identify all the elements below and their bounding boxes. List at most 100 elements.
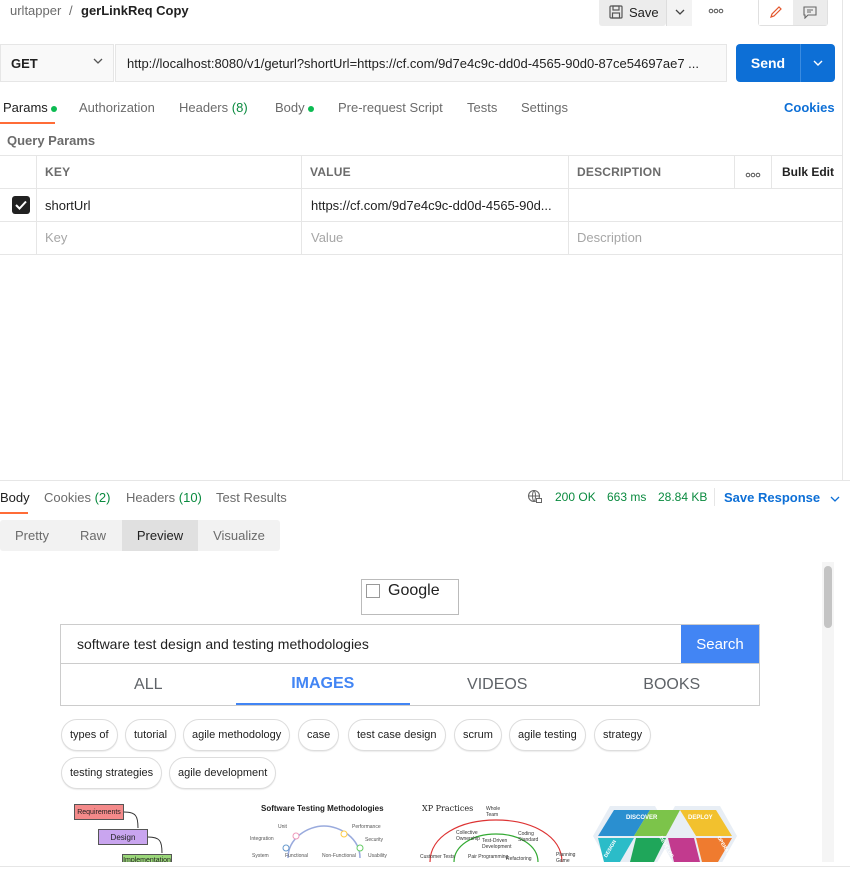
pencil-icon (770, 6, 782, 18)
tab-authorization[interactable]: Authorization (79, 100, 155, 115)
thumb-label: Unit (278, 824, 287, 830)
tab-settings[interactable]: Settings (521, 100, 568, 115)
column-header-key: KEY (45, 165, 71, 179)
tab-tests[interactable]: Tests (467, 100, 497, 115)
new-param-value-input[interactable]: Value (311, 230, 343, 245)
cookies-link[interactable]: Cookies (784, 100, 835, 115)
params-indicator-dot (50, 105, 57, 112)
active-tab-indicator (0, 122, 55, 124)
thumb-title: Software Testing Methodologies (261, 804, 384, 813)
new-param-key-input[interactable]: Key (45, 230, 67, 245)
edit-mode-button[interactable] (759, 0, 793, 25)
suggestion-chip[interactable]: case (298, 719, 340, 751)
preview-tab-all[interactable]: ALL (61, 664, 236, 705)
image-result-waterfall[interactable]: Requirements Design Implementation (60, 798, 200, 862)
suggestion-chip[interactable]: scrum (454, 719, 502, 751)
preview-search-button[interactable]: Search (681, 625, 759, 663)
view-tab-pretty[interactable]: Pretty (0, 520, 64, 551)
column-header-description: DESCRIPTION (577, 165, 662, 179)
image-result-methodologies[interactable]: Software Testing Methodologies Unit Perf… (248, 802, 393, 862)
table-border-row2 (0, 254, 842, 255)
preview-search-query: software test design and testing methodo… (77, 636, 369, 652)
response-headers-count: (10) (178, 490, 202, 505)
response-tab-test-results[interactable]: Test Results (216, 490, 287, 505)
comments-button[interactable] (793, 0, 827, 25)
tab-headers[interactable]: Headers (8) (179, 100, 248, 115)
google-logo-broken-image[interactable]: Google (361, 579, 459, 615)
url-text: http://localhost:8080/v1/geturl?shortUrl… (127, 55, 700, 71)
chevron-down-icon (830, 496, 840, 502)
thumb-label: Performance (352, 824, 381, 830)
response-tab-headers[interactable]: Headers (10) (126, 490, 202, 505)
check-icon (15, 200, 27, 210)
suggestion-chip[interactable]: agile testing (509, 719, 586, 751)
response-preview: Google software test design and testing … (0, 562, 820, 862)
thumb-label: Usability (368, 853, 387, 859)
view-tab-preview[interactable]: Preview (122, 520, 198, 551)
thumb-label: Functional (285, 853, 309, 859)
network-globe-icon[interactable] (527, 489, 543, 508)
response-tab-cookies[interactable]: Cookies (2) (44, 490, 110, 505)
save-response-label: Save Response (724, 490, 821, 505)
preview-tab-books[interactable]: BOOKS (585, 664, 760, 705)
request-title[interactable]: gerLinkReq Copy (81, 3, 189, 18)
tab-headers-label: Headers (179, 100, 229, 115)
save-options-button[interactable] (666, 0, 692, 26)
thumb-label: DEPLOY (688, 815, 713, 821)
method-select[interactable]: GET (0, 44, 114, 82)
tab-params-label: Params (3, 100, 48, 115)
preview-tab-images[interactable]: IMAGES (235, 664, 410, 705)
thumb-label: Integration (250, 836, 274, 842)
chevron-down-icon (813, 60, 823, 66)
table-col-divider (36, 155, 37, 254)
chevron-down-icon (675, 9, 684, 15)
table-col-divider (568, 155, 569, 254)
suggestion-chip[interactable]: strategy (594, 719, 652, 751)
preview-scrollbar-thumb[interactable] (824, 566, 832, 628)
save-response-button[interactable]: Save Response (724, 490, 840, 505)
response-size[interactable]: 28.84 KB (658, 490, 707, 504)
param-enabled-checkbox[interactable] (12, 196, 30, 214)
param-value-field[interactable]: https://cf.com/9d7e4c9c-dd0d-4565-90d... (311, 198, 563, 213)
suggestion-chip[interactable]: types of (61, 719, 118, 751)
response-tab-body[interactable]: Body (0, 490, 30, 505)
more-icon (745, 172, 761, 178)
param-key-field[interactable]: shortUrl (45, 198, 295, 213)
tab-pre-request-script[interactable]: Pre-request Script (338, 100, 443, 115)
table-border-row1 (0, 221, 842, 222)
suggestion-chip[interactable]: test case design (348, 719, 446, 751)
suggestion-chip[interactable]: tutorial (125, 719, 177, 751)
thumb-label: Non-Functional (322, 853, 356, 859)
table-more-button[interactable] (745, 166, 761, 181)
thumb-label: System (252, 853, 269, 859)
tab-body[interactable]: Body (275, 100, 314, 115)
suggestion-chip[interactable]: agile development (169, 757, 277, 789)
url-input[interactable]: http://localhost:8080/v1/geturl?shortUrl… (115, 44, 727, 82)
status-code[interactable]: 200 OK (555, 490, 596, 504)
tab-params[interactable]: Params (3, 100, 57, 115)
view-tab-visualize[interactable]: Visualize (198, 520, 280, 551)
response-time[interactable]: 663 ms (607, 490, 646, 504)
bottom-border (0, 866, 850, 867)
view-tab-raw[interactable]: Raw (64, 520, 122, 551)
broken-image-icon (366, 584, 380, 598)
table-col-divider (734, 155, 735, 188)
send-button[interactable]: Send (736, 44, 835, 82)
more-options-button[interactable] (704, 3, 728, 19)
tab-body-label: Body (275, 100, 305, 115)
thumb-label: Refactoring (506, 856, 532, 862)
send-options-button[interactable] (801, 60, 835, 66)
breadcrumb-parent[interactable]: urltapper (10, 3, 61, 18)
thumb-label: DISCOVER (626, 815, 658, 821)
save-button[interactable]: Save (599, 0, 666, 26)
suggestion-chip[interactable]: agile methodology (183, 719, 291, 751)
pane-divider[interactable] (0, 480, 850, 481)
preview-search-input[interactable]: software test design and testing methodo… (61, 625, 681, 663)
save-label: Save (629, 4, 659, 20)
suggestion-chip[interactable]: testing strategies (61, 757, 163, 789)
image-result-devops[interactable]: DISCOVER DEPLOY DESIGN DEVELOP OPERATE (590, 798, 755, 862)
new-param-description-input[interactable]: Description (577, 230, 642, 245)
preview-tab-videos[interactable]: VIDEOS (410, 664, 585, 705)
bulk-edit-button[interactable]: Bulk Edit (782, 165, 834, 179)
image-result-xp-practices[interactable]: XP Practices Whole Team Collective Owner… (418, 802, 578, 862)
